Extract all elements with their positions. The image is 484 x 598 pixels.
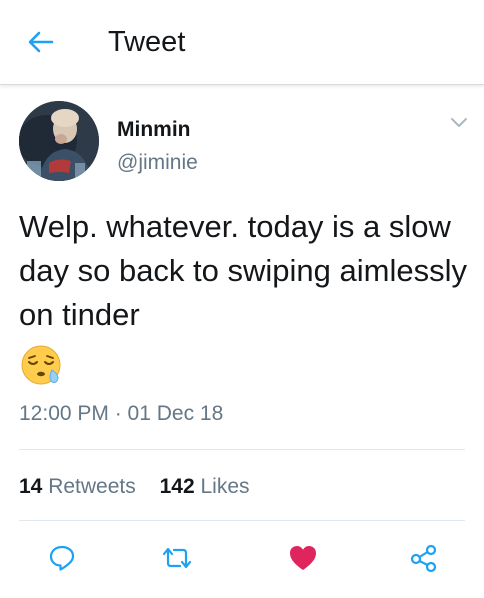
back-button[interactable]	[26, 28, 56, 56]
likes-stat[interactable]: 142 Likes	[160, 474, 250, 500]
reply-button[interactable]	[44, 542, 80, 574]
heart-icon	[290, 546, 316, 570]
reply-icon	[49, 545, 75, 571]
tweet-timestamp[interactable]: 12:00 PM · 01 Dec 18	[19, 401, 223, 427]
author-handle[interactable]: @jiminie	[117, 150, 198, 176]
divider	[19, 449, 465, 450]
share-button[interactable]	[406, 542, 442, 574]
arrow-left-icon	[28, 31, 54, 53]
retweets-label: Retweets	[48, 475, 136, 498]
retweets-count: 14	[19, 475, 43, 498]
likes-count: 142	[159, 475, 195, 498]
tweet-menu-button[interactable]	[449, 115, 469, 131]
sleepy-face-emoji-icon	[20, 344, 64, 388]
retweets-stat[interactable]: 14 Retweets	[19, 474, 136, 500]
tweet-text: Welp. whatever. today is a slow day so b…	[19, 209, 467, 332]
page-title: Tweet	[108, 26, 186, 58]
share-icon	[410, 544, 437, 573]
likes-label: Likes	[200, 475, 250, 498]
app-header: Tweet	[0, 0, 484, 85]
chevron-down-icon	[451, 118, 467, 127]
avatar[interactable]	[19, 101, 99, 181]
author-display-name[interactable]: Minmin	[117, 118, 191, 142]
retweet-button[interactable]	[159, 542, 195, 574]
tweet-stats: 14 Retweets 142 Likes	[19, 474, 250, 500]
like-button[interactable]	[285, 542, 321, 574]
retweet-icon	[162, 547, 192, 569]
divider	[19, 520, 465, 521]
